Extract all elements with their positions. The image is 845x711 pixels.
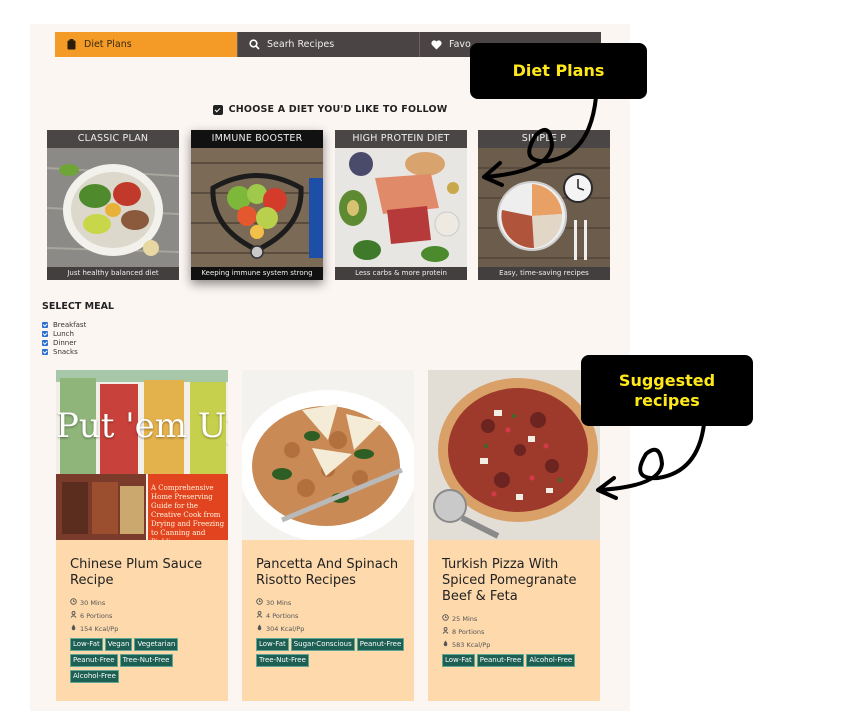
diet-tag[interactable]: Peanut-Free	[70, 654, 118, 667]
meal-label: Breakfast	[53, 320, 87, 329]
choose-diet-text: CHOOSE A DIET YOU'D LIKE TO FOLLOW	[228, 104, 448, 115]
recipe-portions: 8 Portions	[442, 627, 484, 636]
callout-line: recipes	[634, 391, 700, 410]
flame-icon	[442, 640, 449, 649]
plan-card-high-protein[interactable]: HIGH PROTEIN DIET Less carbs & more prot…	[335, 130, 467, 280]
recipe-time: 25 Mins	[442, 614, 477, 623]
recipe-calories: 154 Kcal/Pp	[70, 624, 118, 633]
recipe-image	[242, 370, 414, 540]
simple-plan-image	[478, 148, 610, 267]
callout-line: Suggested	[618, 371, 716, 390]
recipe-tags: Low-Fat Peanut-Free Alcohol-Free	[442, 654, 592, 667]
meal-label: Snacks	[53, 347, 78, 356]
diet-tag[interactable]: Tree-Nut-Free	[119, 654, 173, 667]
tab-diet-plans[interactable]: Diet Plans	[55, 32, 237, 57]
recipe-time: 30 Mins	[256, 598, 291, 607]
tab-label: Favo	[449, 39, 471, 50]
suggested-recipes-callout: Suggested recipes	[581, 355, 753, 426]
meal-option-snacks[interactable]: Snacks	[42, 347, 86, 356]
recipe-card[interactable]: Put 'em Up A Comprehensive Home Preservi…	[56, 370, 228, 701]
meal-option-lunch[interactable]: Lunch	[42, 329, 86, 338]
diet-tag[interactable]: Low-Fat	[256, 638, 289, 651]
diet-tag[interactable]: Tree-Nut-Free	[256, 654, 309, 667]
diet-tag[interactable]: Peanut-Free	[356, 638, 405, 651]
diet-tag[interactable]: Sugar-Conscious	[290, 638, 355, 651]
recipe-title[interactable]: Pancetta And Spinach Risotto Recipes	[256, 557, 406, 589]
diet-tag[interactable]: Low-Fat	[70, 638, 103, 651]
clock-icon	[70, 598, 77, 607]
diet-tag[interactable]: Vegan	[104, 638, 133, 651]
checkbox[interactable]	[42, 330, 48, 337]
flame-icon	[70, 624, 77, 633]
clock-icon	[256, 598, 263, 607]
classic-plan-image	[47, 148, 179, 267]
plan-title: SIMPLE P	[478, 130, 610, 148]
select-meal-title: SELECT MEAL	[42, 301, 114, 312]
checkbox[interactable]	[42, 348, 48, 355]
cookbook-subtitle-text: A Comprehensive Home Preserving Guide fo…	[151, 484, 225, 540]
recipe-time: 30 Mins	[70, 598, 105, 607]
checkbox[interactable]	[42, 321, 48, 328]
recipe-tags: Low-Fat Vegan Vegetarian Peanut-Free Tre…	[70, 638, 220, 683]
meal-option-breakfast[interactable]: Breakfast	[42, 320, 86, 329]
meal-label: Lunch	[53, 329, 74, 338]
diet-tag[interactable]: Alcohol-Free	[70, 670, 119, 683]
plan-card-classic[interactable]: CLASSIC PLAN Just healthy balanced diet	[47, 130, 179, 280]
clipboard-icon	[65, 39, 77, 51]
plan-caption: Less carbs & more protein	[335, 267, 467, 280]
checkbox-icon	[212, 104, 223, 115]
recipe-image: Put 'em Up A Comprehensive Home Preservi…	[56, 370, 228, 540]
tab-search-recipes[interactable]: Searh Recipes	[237, 32, 419, 57]
recipe-title[interactable]: Turkish Pizza With Spiced Pomegranate Be…	[442, 557, 592, 605]
choose-diet-heading: CHOOSE A DIET YOU'D LIKE TO FOLLOW	[30, 104, 630, 115]
plan-card-simple[interactable]: SIMPLE P Easy, time-saving recipes	[478, 130, 610, 280]
high-protein-image	[335, 148, 467, 267]
diet-tag[interactable]: Alcohol-Free	[526, 654, 576, 667]
plan-caption: Keeping immune system strong	[191, 267, 323, 280]
meal-label: Dinner	[53, 338, 77, 347]
diet-plans-callout: Diet Plans	[470, 43, 647, 99]
plan-title: HIGH PROTEIN DIET	[335, 130, 467, 148]
person-icon	[70, 611, 77, 620]
person-icon	[256, 611, 263, 620]
cookbook-title-text: Put 'em Up	[56, 406, 228, 446]
diet-app-page: Diet Plans Searh Recipes Favo CHOOSE A D…	[30, 24, 630, 711]
plan-caption: Just healthy balanced diet	[47, 267, 179, 280]
clock-icon	[442, 614, 449, 623]
tab-label: Diet Plans	[84, 39, 132, 50]
recipe-title[interactable]: Chinese Plum Sauce Recipe	[70, 557, 220, 589]
recipe-card[interactable]: Pancetta And Spinach Risotto Recipes 30 …	[242, 370, 414, 701]
immune-booster-image	[191, 148, 323, 267]
meal-option-dinner[interactable]: Dinner	[42, 338, 86, 347]
recipe-calories: 583 Kcal/Pp	[442, 640, 490, 649]
diet-tag[interactable]: Vegetarian	[134, 638, 179, 651]
recipe-tags: Low-Fat Sugar-Conscious Peanut-Free Tree…	[256, 638, 406, 667]
flame-icon	[256, 624, 263, 633]
recipe-calories: 304 Kcal/Pp	[256, 624, 304, 633]
plan-title: CLASSIC PLAN	[47, 130, 179, 148]
meal-checkbox-list: Breakfast Lunch Dinner Snacks	[42, 320, 86, 356]
person-icon	[442, 627, 449, 636]
plan-title: IMMUNE BOOSTER	[191, 130, 323, 148]
recipe-portions: 4 Portions	[256, 611, 298, 620]
diet-tag[interactable]: Peanut-Free	[476, 654, 525, 667]
recipe-portions: 6 Portions	[70, 611, 112, 620]
plan-card-immune-booster[interactable]: IMMUNE BOOSTER Keeping immune system str…	[191, 130, 323, 280]
recipe-card[interactable]: Turkish Pizza With Spiced Pomegranate Be…	[428, 370, 600, 701]
tab-label: Searh Recipes	[267, 39, 335, 50]
diet-tag[interactable]: Low-Fat	[442, 654, 475, 667]
recipe-image	[428, 370, 600, 540]
heart-icon	[430, 39, 442, 51]
checkbox[interactable]	[42, 339, 48, 346]
plan-caption: Easy, time-saving recipes	[478, 267, 610, 280]
search-icon	[248, 39, 260, 51]
